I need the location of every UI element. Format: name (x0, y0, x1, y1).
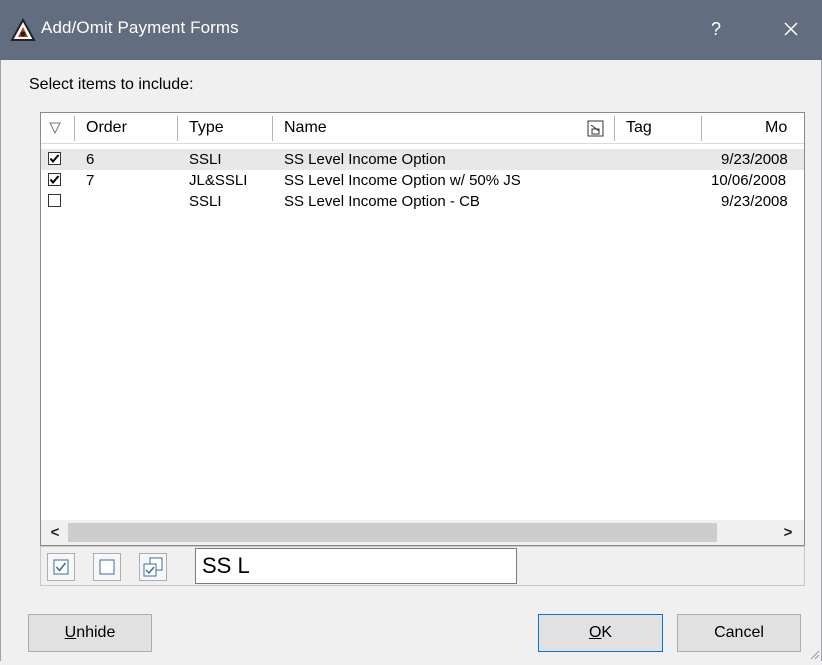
filter-input[interactable] (195, 548, 517, 584)
close-button[interactable] (774, 14, 808, 44)
table-row[interactable]: 6 SSLI SS Level Income Option 9/23/2008 (41, 149, 804, 170)
select-items-label: Select items to include: (29, 76, 194, 93)
horizontal-scrollbar[interactable]: < > (41, 520, 804, 545)
list-header: Order Type Name Tag Mo (41, 113, 804, 144)
row-name: SS Level Income Option (284, 151, 446, 168)
row-checkbox[interactable] (48, 173, 61, 186)
unhide-button[interactable]: Unhide (28, 614, 152, 652)
row-date: 9/23/2008 (721, 151, 788, 168)
check-all-icon (53, 559, 69, 575)
column-header-type[interactable]: Type (189, 113, 224, 143)
close-icon (784, 22, 798, 36)
resize-grip-icon[interactable] (808, 647, 820, 660)
row-name: SS Level Income Option - CB (284, 193, 480, 210)
row-type: SSLI (189, 193, 222, 210)
row-checkbox[interactable] (48, 194, 61, 207)
row-order: 6 (86, 151, 95, 168)
window-title: Add/Omit Payment Forms (41, 18, 239, 37)
scroll-left-button[interactable]: < (43, 520, 67, 545)
table-row[interactable]: 7 JL&SSLI SS Level Income Option w/ 50% … (41, 170, 804, 191)
invert-selection-button[interactable] (139, 553, 167, 581)
column-header-name[interactable]: Name (284, 113, 327, 143)
ok-button[interactable]: OK (538, 614, 663, 652)
uncheck-all-icon (99, 559, 115, 575)
column-header-modified[interactable]: Mo (765, 113, 787, 143)
row-date: 10/06/2008 (711, 172, 787, 189)
invert-selection-icon (143, 557, 163, 577)
app-logo-icon (10, 17, 36, 44)
column-header-order[interactable]: Order (86, 113, 127, 143)
row-order: 7 (86, 172, 95, 189)
payment-forms-list[interactable]: Order Type Name Tag Mo 6 SSLI SS Level I… (40, 112, 805, 546)
help-button[interactable]: ? (704, 14, 728, 44)
column-header-tag[interactable]: Tag (626, 113, 652, 143)
title-bar: Add/Omit Payment Forms ? (0, 0, 822, 60)
scroll-thumb[interactable] (68, 523, 717, 542)
check-all-button[interactable] (47, 553, 75, 581)
uncheck-all-button[interactable] (93, 553, 121, 581)
row-name: SS Level Income Option w/ 50% JS (284, 172, 521, 189)
row-type: JL&SSLI (189, 172, 248, 189)
row-type: SSLI (189, 151, 222, 168)
window-border-left (0, 60, 1, 661)
scroll-right-button[interactable]: > (776, 520, 800, 545)
row-checkbox[interactable] (48, 152, 61, 165)
sort-indicator-icon[interactable] (47, 113, 63, 143)
cancel-button[interactable]: Cancel (677, 614, 801, 652)
table-row[interactable]: SSLI SS Level Income Option - CB 9/23/20… (41, 191, 804, 212)
row-date: 9/23/2008 (721, 193, 788, 210)
column-chooser-icon[interactable] (587, 119, 605, 137)
